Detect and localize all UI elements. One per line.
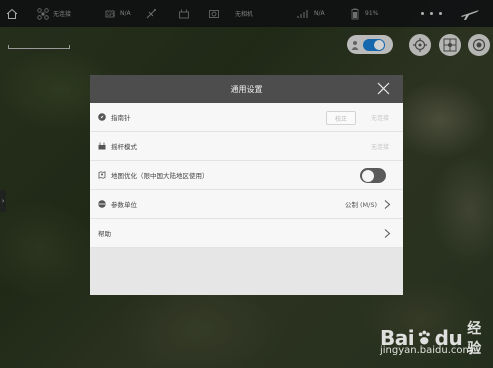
map-optimization-toggle[interactable] [360, 168, 386, 183]
stick-mode-label: 摇杆模式 [111, 143, 137, 151]
map-optimization-label: 地图优化（限中国大陆地区使用） [111, 172, 209, 180]
setting-map-optimization: 地图优化（限中国大陆地区使用） [90, 161, 403, 190]
compass-label: 指南针 [111, 114, 131, 122]
help-label: 帮助 [98, 230, 111, 238]
setting-help[interactable]: 帮助 [90, 219, 403, 248]
setting-compass: 指南针 校正 无连接 [90, 103, 403, 132]
setting-stick-mode[interactable]: 摇杆模式 无连接 [90, 132, 403, 161]
close-icon[interactable] [376, 81, 391, 96]
units-label: 参数单位 [111, 201, 137, 209]
dialog-title: 通用设置 [230, 84, 263, 94]
setting-units[interactable]: 参数单位 公制 (M/S) [90, 190, 403, 219]
globe-icon [98, 200, 106, 208]
general-settings-dialog: 通用设置 指南针 校正 无连接 摇杆模式 无连接 地图优化（限中国大陆地区使用）… [90, 75, 403, 295]
remote-controller-icon [98, 142, 106, 150]
watermark-url: jingyan.baidu.com [380, 345, 473, 356]
compass-status: 无连接 [370, 114, 389, 122]
settings-list: 指南针 校正 无连接 摇杆模式 无连接 地图优化（限中国大陆地区使用） 参数单位… [90, 103, 403, 248]
toggle-knob [361, 169, 374, 182]
map-pin-icon [98, 171, 106, 179]
compass-icon [98, 113, 106, 121]
units-value: 公制 (M/S) [344, 201, 377, 209]
calibrate-button[interactable]: 校正 [326, 111, 356, 125]
stick-mode-status: 无连接 [370, 143, 389, 151]
dialog-header: 通用设置 [90, 75, 403, 103]
chevron-right-icon [384, 229, 391, 238]
chevron-right-icon [384, 200, 391, 209]
